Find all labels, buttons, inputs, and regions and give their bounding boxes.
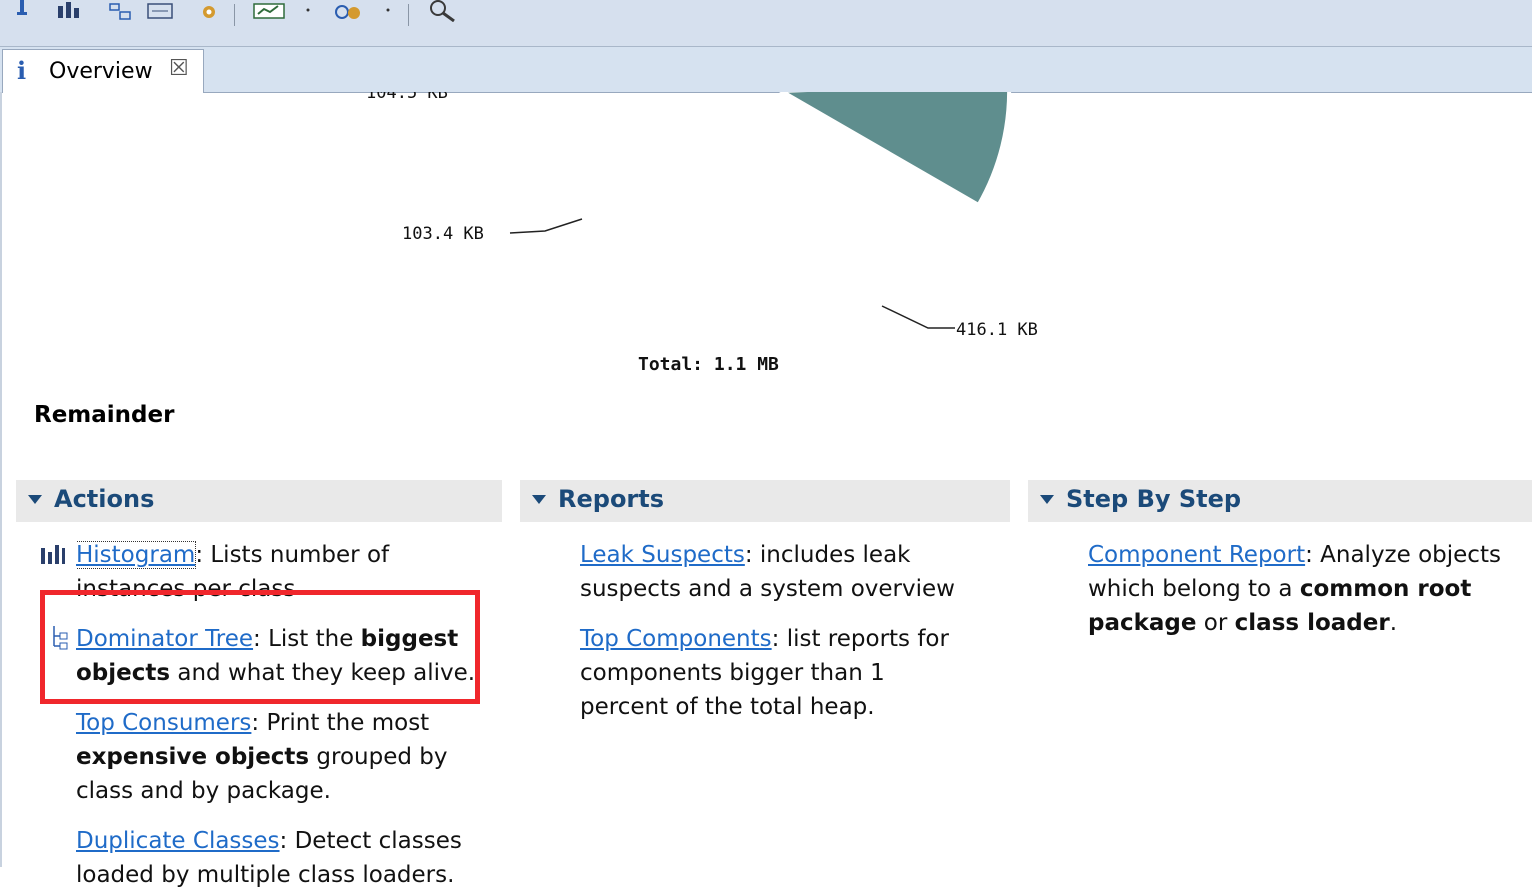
top-consumers-link[interactable]: Top Consumers — [76, 710, 251, 736]
step-by-step-title: Step By Step — [1066, 485, 1242, 513]
top-consumers-desc: : Print the most — [251, 710, 430, 736]
query-icon[interactable] — [332, 0, 368, 22]
list-item-top-consumers: Top Consumers: Print the most expensive … — [76, 706, 476, 808]
duplicate-classes-link[interactable]: Duplicate Classes — [76, 828, 280, 854]
leader-line-2 — [509, 218, 583, 234]
step-by-step-section-header[interactable]: Step By Step — [1028, 480, 1532, 522]
highlight-annotation — [40, 590, 480, 704]
close-icon[interactable]: ☒ — [169, 56, 189, 81]
chart-total: Total: 1.1 MB — [638, 354, 779, 375]
gear-icon[interactable] — [196, 0, 222, 22]
info-icon: i — [17, 56, 27, 85]
report-icon[interactable] — [252, 0, 288, 22]
component-report-link[interactable]: Component Report — [1088, 542, 1305, 568]
sql-icon[interactable] — [146, 0, 174, 22]
actions-title: Actions — [54, 485, 155, 513]
list-item-top-components: Top Components: list reports for compone… — [580, 622, 980, 724]
chevron-down-icon — [28, 495, 42, 504]
list-item-leak-suspects: Leak Suspects: includes leak suspects an… — [580, 538, 980, 606]
component-report-end: . — [1389, 610, 1398, 636]
list-item-component-report: Component Report: Analyze objects which … — [1088, 538, 1518, 640]
editor-tab-strip: i Overview ☒ — [0, 47, 1532, 93]
search-icon[interactable] — [426, 0, 460, 22]
top-consumers-bold: expensive objects — [76, 744, 310, 770]
chevron-down-icon[interactable] — [382, 0, 394, 22]
histogram-icon — [41, 545, 65, 564]
dominator-tree-icon[interactable] — [108, 0, 134, 22]
remainder-label: Remainder — [34, 402, 175, 428]
tab-overview-label: Overview — [49, 59, 153, 84]
pie-chart: 104.5 KB 103.4 KB 416.1 KB Total: 1.1 MB — [366, 92, 1038, 375]
reports-title: Reports — [558, 485, 665, 513]
toolbar — [0, 0, 1532, 47]
info-icon[interactable] — [14, 0, 30, 22]
pie-slice-1 — [778, 92, 1012, 208]
chevron-down-icon[interactable] — [302, 0, 314, 22]
list-item-duplicate-classes: Duplicate Classes: Detect classes loaded… — [76, 824, 496, 892]
component-report-bold-2: class loader — [1234, 610, 1390, 636]
slice-label-2: 103.4 KB — [402, 224, 484, 244]
toolbar-separator — [408, 4, 409, 26]
toolbar-separator — [234, 4, 235, 26]
leak-suspects-link[interactable]: Leak Suspects — [580, 542, 745, 568]
slice-label-3: 416.1 KB — [956, 320, 1038, 340]
slice-label-1: 104.5 KB — [366, 92, 448, 103]
reports-section-header[interactable]: Reports — [520, 480, 1010, 522]
chevron-down-icon — [1040, 495, 1054, 504]
histogram-icon[interactable] — [56, 0, 82, 22]
top-components-link[interactable]: Top Components — [580, 626, 772, 652]
histogram-link[interactable]: Histogram — [76, 541, 197, 569]
actions-section-header[interactable]: Actions — [16, 480, 502, 522]
leader-line-3 — [881, 305, 955, 329]
component-report-mid: or — [1196, 610, 1235, 636]
tab-overview[interactable]: i Overview ☒ — [2, 49, 204, 93]
chevron-down-icon — [532, 495, 546, 504]
